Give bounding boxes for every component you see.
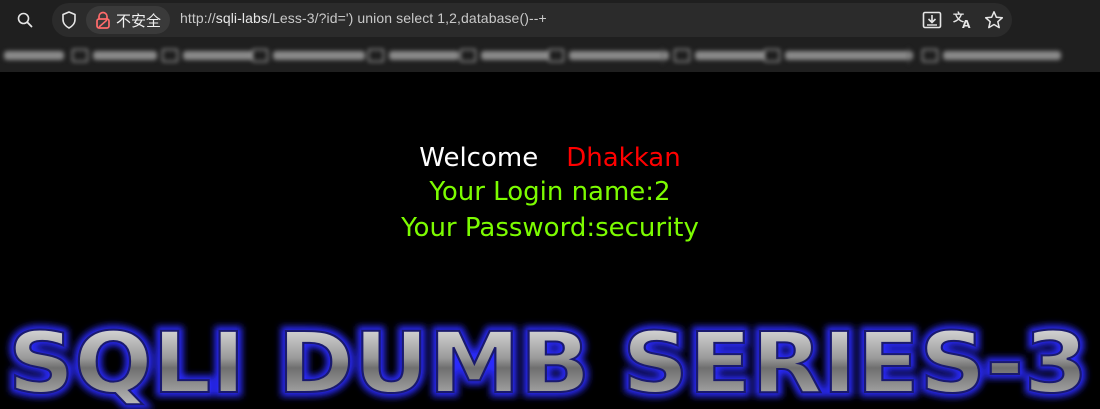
bookmark-folder[interactable]	[764, 46, 913, 64]
url-prefix: http://	[180, 10, 216, 26]
url-host: sqli-labs	[215, 10, 268, 26]
bookmark-folder[interactable]	[460, 46, 549, 64]
bookmark-folder[interactable]	[368, 46, 459, 64]
page-content: Welcome Dhakkan Your Login name:2 Your Pa…	[0, 72, 1100, 409]
shield-icon[interactable]	[56, 7, 82, 33]
url-path: /Less-3/?id=') union select 1,2,database…	[268, 10, 547, 26]
welcome-label: Welcome	[419, 143, 539, 173]
user-name: Dhakkan	[566, 143, 681, 173]
security-label: 不安全	[116, 11, 162, 30]
password-line: Your Password:security	[401, 213, 699, 243]
welcome-line: Welcome Dhakkan	[0, 142, 1100, 174]
bookmark-item[interactable]	[4, 46, 64, 64]
warning-lock-icon	[94, 11, 112, 29]
browser-chrome: 不安全 http://sqli-labs/Less-3/?id=') union…	[0, 0, 1100, 72]
translate-icon[interactable]: 文 A	[950, 7, 976, 33]
series-banner: SQLI DUMB SERIES-3 SQLI DUMB SERIES-3	[0, 306, 1100, 409]
banner-title: SQLI DUMB SERIES-3	[8, 314, 1088, 409]
login-name-line: Your Login name:2	[429, 177, 671, 207]
bookmark-folder[interactable]	[674, 46, 765, 64]
bookmark-folder[interactable]	[252, 46, 365, 64]
site-security-chip[interactable]: 不安全	[86, 6, 170, 34]
star-icon[interactable]	[981, 7, 1007, 33]
browser-toolbar: 不安全 http://sqli-labs/Less-3/?id=') union…	[0, 0, 1100, 40]
bookmarks-bar	[0, 42, 1100, 68]
search-icon[interactable]	[12, 7, 38, 33]
bookmark-folder[interactable]	[162, 46, 253, 64]
bookmark-folder[interactable]	[548, 46, 669, 64]
svg-text:A: A	[962, 18, 971, 30]
install-app-icon[interactable]	[919, 7, 945, 33]
url-text[interactable]: http://sqli-labs/Less-3/?id=') union sel…	[180, 10, 547, 26]
bookmark-folder[interactable]	[922, 46, 1061, 64]
bookmark-folder[interactable]	[72, 46, 157, 64]
